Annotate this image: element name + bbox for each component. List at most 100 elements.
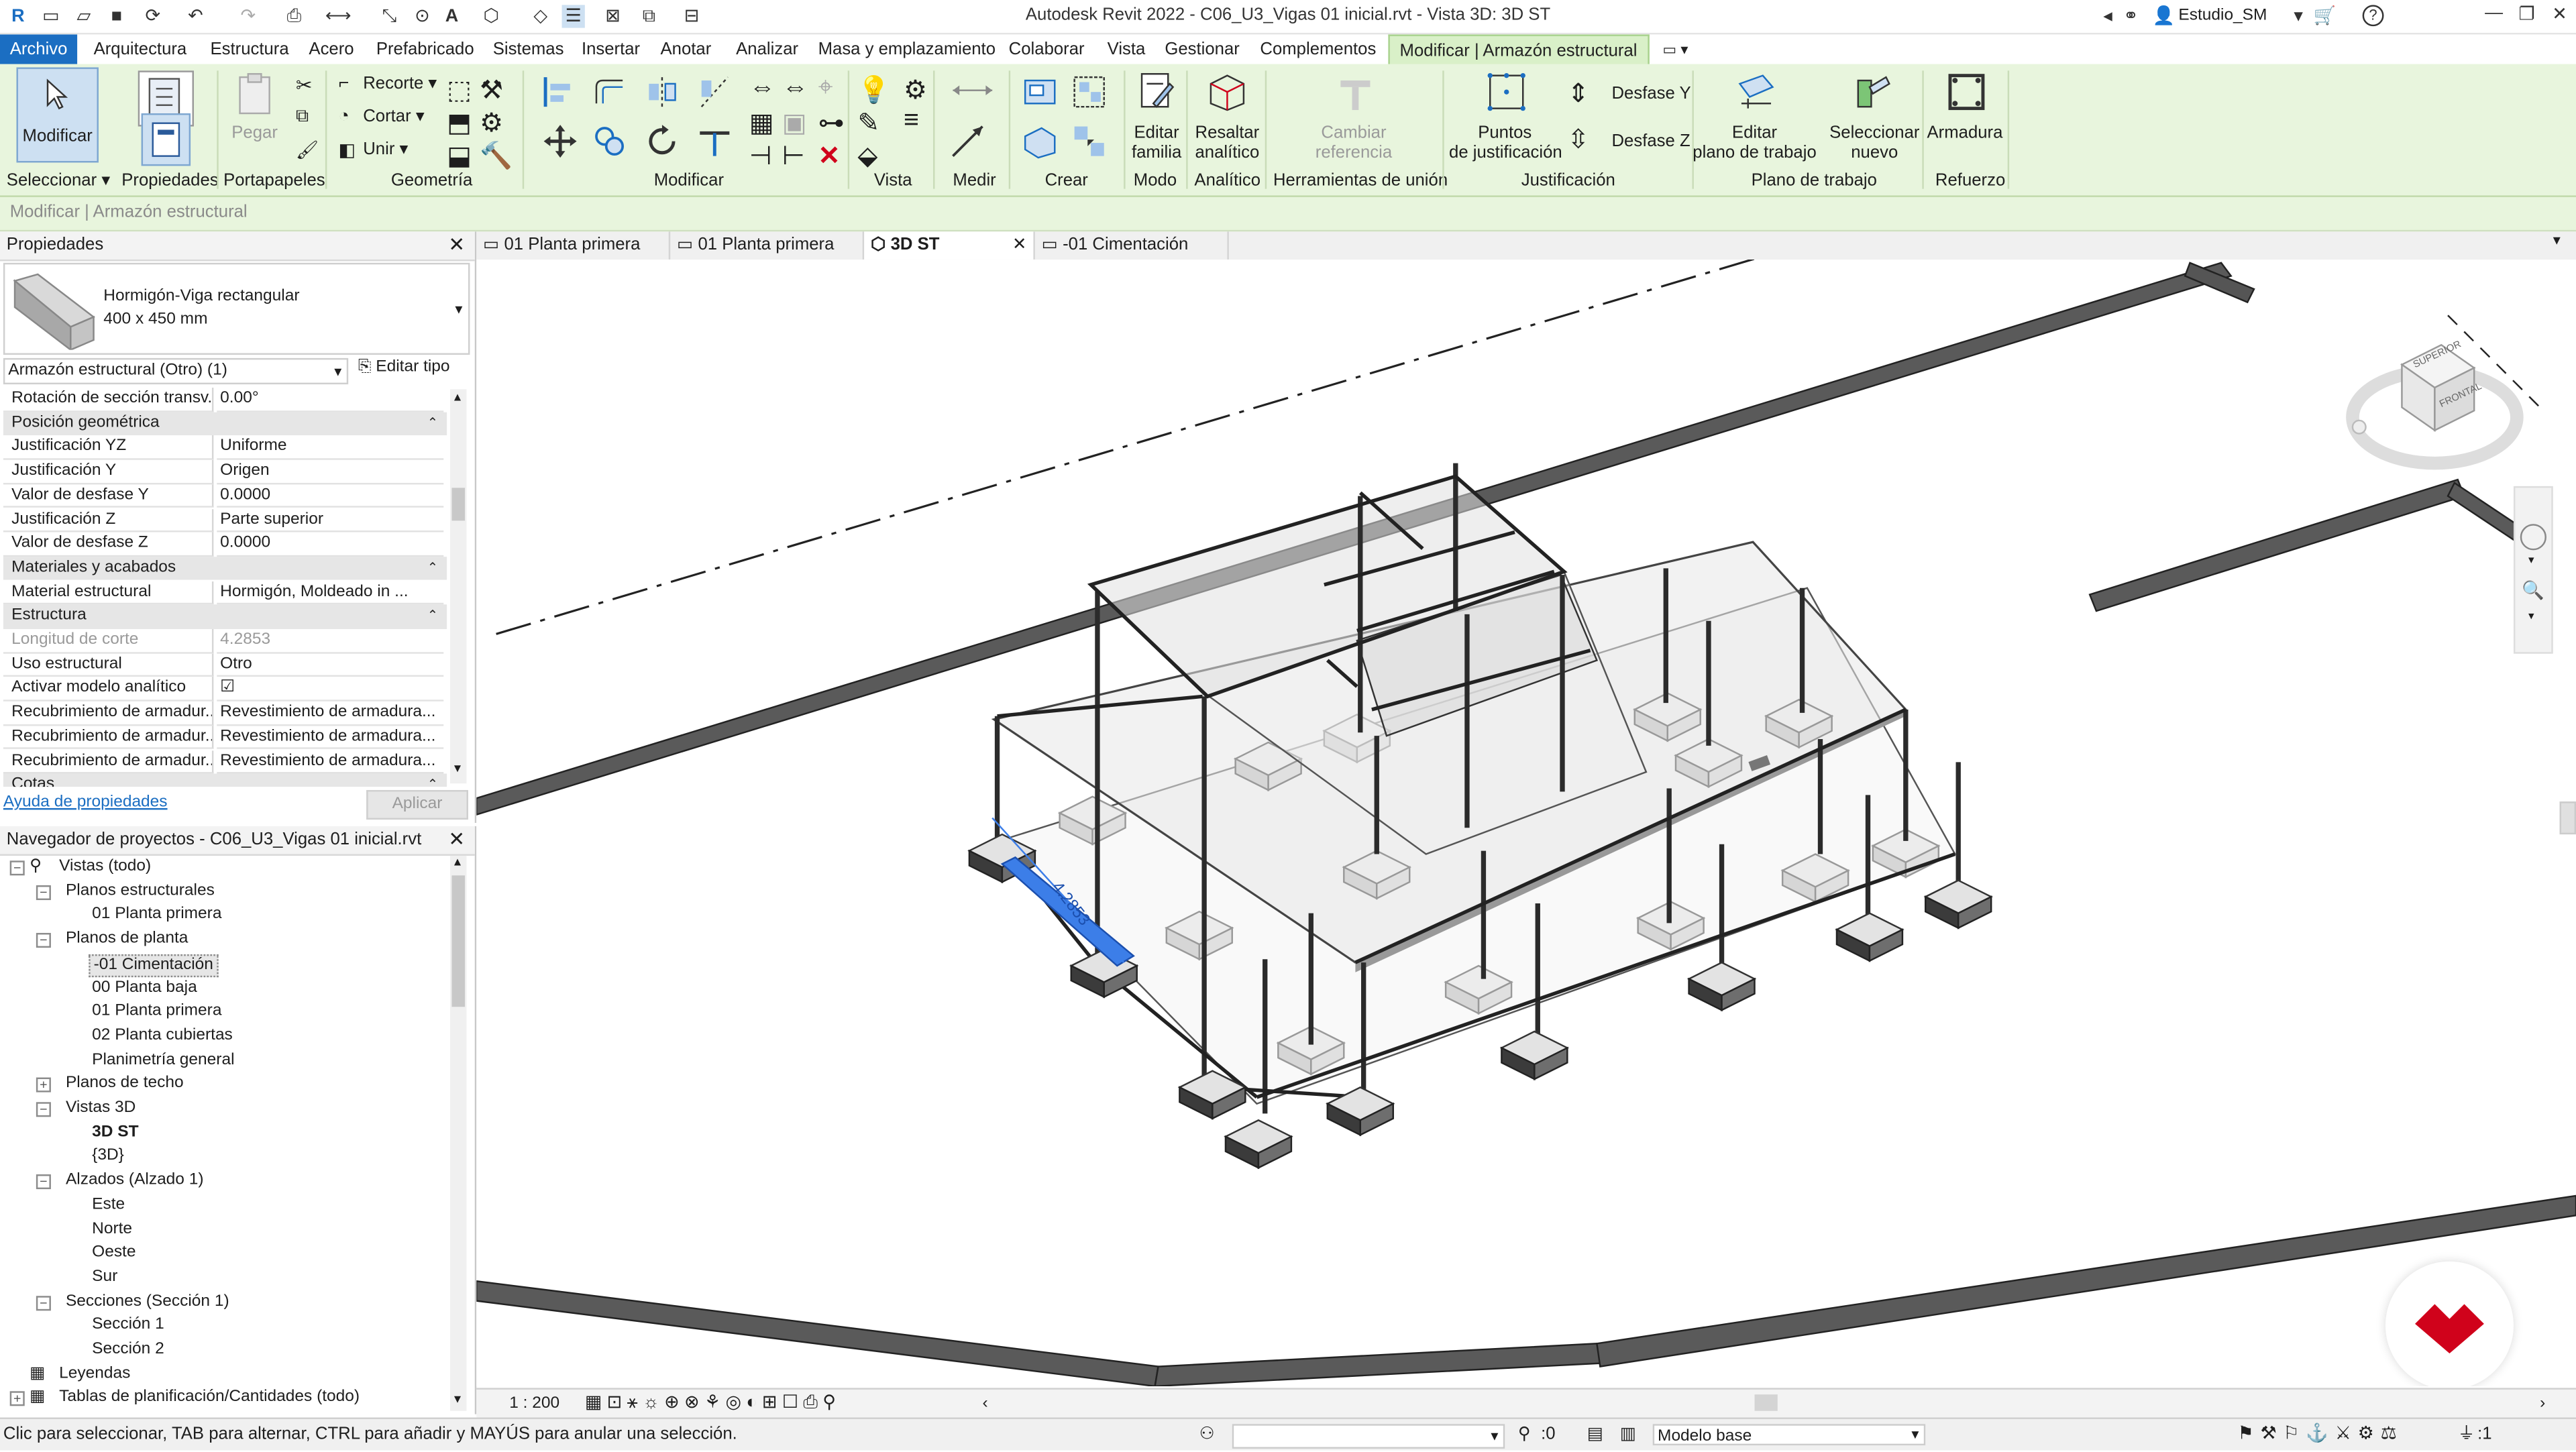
3d-viewport[interactable]: 4.2853 SUPERIOR FRONTAL ▾ 🔍 ▾: [476, 259, 2576, 1386]
pick-new-button[interactable]: Seleccionar nuevo: [1827, 123, 1922, 163]
tab-insertar[interactable]: Insertar: [582, 34, 640, 64]
wall-joins-icon[interactable]: ⬚: [447, 74, 472, 105]
chevron-left-icon[interactable]: ‹: [983, 1390, 988, 1418]
property-group[interactable]: Posición geométrica ⌃: [3, 411, 447, 436]
filter-icon[interactable]: ⏚: [2458, 1419, 2475, 1451]
move-small-icon[interactable]: ⇔: [749, 74, 775, 102]
match-properties-icon[interactable]: 🖌: [296, 139, 319, 162]
workset-select[interactable]: ▾: [1232, 1424, 1505, 1449]
steering-wheel-icon[interactable]: [2520, 524, 2546, 551]
hide-bulb-icon[interactable]: 💡: [857, 74, 890, 105]
view-scale[interactable]: 1 : 200: [509, 1390, 559, 1418]
browser-item[interactable]: ▦ Leyendas: [0, 1363, 447, 1387]
property-value[interactable]: 0.0000: [217, 484, 444, 508]
scroll-thumb[interactable]: [451, 875, 466, 1007]
collapse-icon[interactable]: −: [9, 860, 25, 876]
browser-item[interactable]: − Planos estructurales: [0, 880, 447, 904]
browser-item[interactable]: − ⚲ Vistas (todo): [0, 856, 447, 880]
browser-item[interactable]: − Planos de planta: [0, 928, 447, 952]
property-value[interactable]: Revestimiento de armadura...: [217, 750, 444, 774]
selection-box-icon[interactable]: ⬙: [857, 139, 880, 171]
override-graphics-icon[interactable]: ⚙: [904, 74, 927, 105]
linework-icon[interactable]: ✎: [857, 107, 880, 138]
browser-item[interactable]: + ▦ Tablas de planificación/Cantidades (to…: [0, 1387, 447, 1411]
browser-item[interactable]: Sección 2: [0, 1339, 447, 1363]
viewport-scroll-thumb[interactable]: [2559, 801, 2576, 835]
binoculars-icon[interactable]: ⚭: [2119, 5, 2142, 27]
rebar-button[interactable]: Armadura: [1922, 123, 2007, 143]
property-value[interactable]: ☑: [217, 677, 444, 702]
property-row[interactable]: Recubrimiento de armadur... Revestimiento…: [3, 701, 447, 726]
perimeter-beam[interactable]: [1154, 1343, 1601, 1386]
horizontal-scroll-thumb[interactable]: [1754, 1394, 1778, 1411]
browser-item[interactable]: Sur: [0, 1266, 447, 1290]
copy-small-icon[interactable]: ⇔: [782, 74, 808, 102]
tab-masa[interactable]: Masa y emplazamiento: [818, 34, 996, 64]
property-value[interactable]: Revestimiento de armadura...: [217, 726, 444, 750]
browser-item[interactable]: Planimetría general: [0, 1049, 447, 1073]
tab-estructura[interactable]: Estructura: [210, 34, 288, 64]
properties-scrollbar[interactable]: ▲ ▼: [450, 389, 467, 784]
design-option-select[interactable]: Modelo base ▾: [1652, 1424, 1926, 1446]
properties-help-link[interactable]: Ayuda de propiedades: [3, 793, 168, 812]
property-value[interactable]: Origen: [217, 460, 444, 484]
close-icon[interactable]: ✕: [448, 826, 465, 854]
property-value[interactable]: Uniforme: [217, 436, 444, 460]
unpin-icon[interactable]: ⊶: [818, 107, 845, 138]
scale-icon[interactable]: ▣: [782, 107, 807, 138]
tab-complementos[interactable]: Complementos: [1260, 34, 1376, 64]
align-icon[interactable]: [539, 74, 575, 110]
perimeter-beam[interactable]: [476, 1280, 1159, 1386]
mirror-axis-icon[interactable]: [644, 74, 680, 110]
cut-icon[interactable]: ✂: [296, 74, 319, 97]
view-lines-icon[interactable]: ≡: [904, 107, 926, 135]
join-icon[interactable]: ◧: [338, 139, 361, 162]
property-row[interactable]: Recubrimiento de armadur... Revestimiento…: [3, 749, 447, 774]
tab-arquitectura[interactable]: Arquitectura: [94, 34, 187, 64]
offset-z-button[interactable]: Desfase Z: [1611, 131, 1690, 151]
worksets-icon[interactable]: ⚇: [1199, 1419, 1215, 1451]
rebar-icon[interactable]: [1945, 70, 1985, 111]
panel-toggle-icon[interactable]: ▭ ▾: [1662, 34, 1688, 64]
restore-icon[interactable]: ❐: [2510, 3, 2543, 30]
property-value[interactable]: Parte superior: [217, 508, 444, 533]
user-name[interactable]: Estudio_SM: [2178, 7, 2267, 25]
property-row[interactable]: Material estructural Hormigón, Moldeado i…: [3, 580, 447, 605]
property-group[interactable]: Materiales y acabados ⌃: [3, 556, 447, 581]
dropdown-icon[interactable]: ▾: [2287, 5, 2310, 27]
chevron-up-icon[interactable]: ▲: [451, 392, 463, 404]
copy-elements-icon[interactable]: [592, 123, 628, 160]
tab-gestionar[interactable]: Gestionar: [1165, 34, 1240, 64]
dimension-icon[interactable]: [950, 123, 986, 160]
cope-icon[interactable]: ⌐: [338, 74, 361, 97]
type-selector[interactable]: Hormigón-Viga rectangular 400 x 450 mm ▾: [3, 262, 470, 355]
browser-item[interactable]: 00 Planta baja: [0, 976, 447, 1001]
property-row[interactable]: Valor de desfase Z 0.0000: [3, 532, 447, 557]
property-row[interactable]: Justificación Z Parte superior: [3, 508, 447, 533]
tab-vista[interactable]: Vista: [1108, 34, 1146, 64]
property-value[interactable]: Otro: [217, 653, 444, 677]
browser-item[interactable]: Sección 1: [0, 1315, 447, 1339]
property-row[interactable]: Rotación de sección transv... 0.00°: [3, 387, 447, 412]
pin-icon[interactable]: ⌖: [818, 74, 841, 102]
perimeter-beam[interactable]: [2088, 478, 2466, 612]
property-row[interactable]: Valor de desfase Y 0.0000: [3, 484, 447, 508]
beam-joins-icon[interactable]: ⚙: [480, 107, 503, 138]
properties-toggle-icon[interactable]: [141, 113, 191, 166]
property-row[interactable]: Recubrimiento de armadur... Revestimiento…: [3, 725, 447, 750]
property-row[interactable]: Longitud de corte 4.2853: [3, 628, 447, 653]
property-group[interactable]: Cotas ⌃: [3, 773, 447, 787]
edit-family-button[interactable]: Editar familia: [1127, 123, 1186, 163]
browser-item[interactable]: − Secciones (Sección 1): [0, 1290, 447, 1315]
close-icon[interactable]: ✕: [448, 231, 465, 260]
paste-icon[interactable]: [233, 70, 276, 119]
browser-item[interactable]: 02 Planta cubiertas: [0, 1025, 447, 1049]
change-reference-icon[interactable]: [1334, 70, 1371, 111]
mirror-draw-icon[interactable]: [696, 74, 733, 110]
split-gap-icon[interactable]: ⊢: [782, 139, 805, 171]
browser-item[interactable]: Oeste: [0, 1242, 447, 1266]
browser-item[interactable]: Norte: [0, 1218, 447, 1242]
collapse-icon[interactable]: ⌃: [427, 557, 438, 581]
move-icon[interactable]: [542, 123, 578, 160]
collapse-icon[interactable]: −: [36, 933, 51, 948]
